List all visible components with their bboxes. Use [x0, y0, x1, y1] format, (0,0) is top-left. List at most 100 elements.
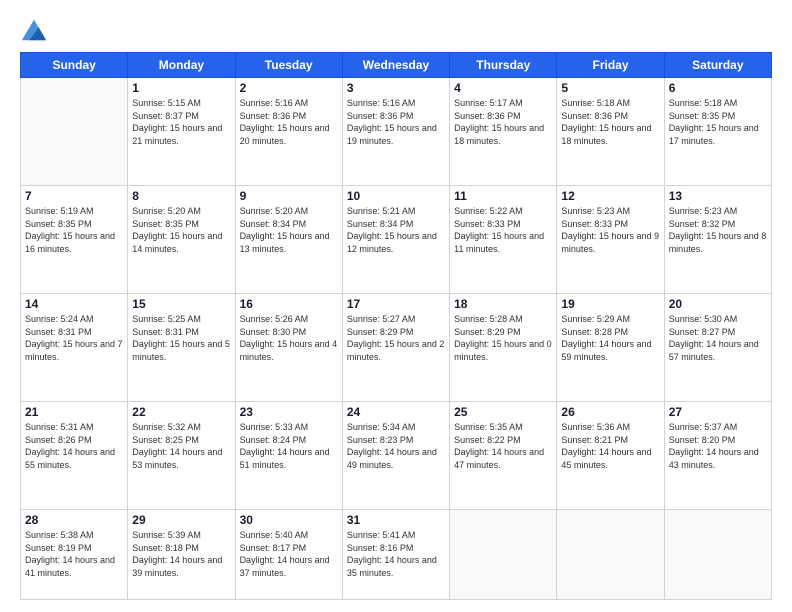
day-number: 7 [25, 189, 123, 203]
day-number: 19 [561, 297, 659, 311]
calendar-day-cell: 10 Sunrise: 5:21 AMSunset: 8:34 PMDayligh… [342, 185, 449, 293]
day-info: Sunrise: 5:27 AMSunset: 8:29 PMDaylight:… [347, 313, 445, 363]
day-number: 10 [347, 189, 445, 203]
calendar-day-cell: 29 Sunrise: 5:39 AMSunset: 8:18 PMDayligh… [128, 509, 235, 599]
day-info: Sunrise: 5:16 AMSunset: 8:36 PMDaylight:… [347, 97, 445, 147]
day-info: Sunrise: 5:21 AMSunset: 8:34 PMDaylight:… [347, 205, 445, 255]
calendar-day-cell: 6 Sunrise: 5:18 AMSunset: 8:35 PMDaylight… [664, 78, 771, 186]
calendar-day-cell: 18 Sunrise: 5:28 AMSunset: 8:29 PMDayligh… [450, 293, 557, 401]
day-info: Sunrise: 5:32 AMSunset: 8:25 PMDaylight:… [132, 421, 230, 471]
day-info: Sunrise: 5:39 AMSunset: 8:18 PMDaylight:… [132, 529, 230, 579]
calendar-day-cell: 11 Sunrise: 5:22 AMSunset: 8:33 PMDayligh… [450, 185, 557, 293]
day-info: Sunrise: 5:30 AMSunset: 8:27 PMDaylight:… [669, 313, 767, 363]
logo [20, 16, 54, 44]
day-number: 16 [240, 297, 338, 311]
day-info: Sunrise: 5:20 AMSunset: 8:34 PMDaylight:… [240, 205, 338, 255]
calendar-day-cell: 12 Sunrise: 5:23 AMSunset: 8:33 PMDayligh… [557, 185, 664, 293]
day-info: Sunrise: 5:19 AMSunset: 8:35 PMDaylight:… [25, 205, 123, 255]
day-number: 23 [240, 405, 338, 419]
calendar-day-cell [450, 509, 557, 599]
weekday-header-cell: Monday [128, 53, 235, 78]
day-number: 20 [669, 297, 767, 311]
day-info: Sunrise: 5:18 AMSunset: 8:35 PMDaylight:… [669, 97, 767, 147]
calendar-week-row: 21Sunrise: 5:31 AMSunset: 8:26 PMDayligh… [21, 401, 772, 509]
page: SundayMondayTuesdayWednesdayThursdayFrid… [0, 0, 792, 612]
calendar-day-cell: 5Sunrise: 5:18 AMSunset: 8:36 PMDaylight… [557, 78, 664, 186]
calendar-day-cell: 15Sunrise: 5:25 AMSunset: 8:31 PMDayligh… [128, 293, 235, 401]
calendar-day-cell [21, 78, 128, 186]
calendar-day-cell: 9 Sunrise: 5:20 AMSunset: 8:34 PMDaylight… [235, 185, 342, 293]
weekday-header-cell: Friday [557, 53, 664, 78]
day-number: 6 [669, 81, 767, 95]
calendar-day-cell: 22 Sunrise: 5:32 AMSunset: 8:25 PMDayligh… [128, 401, 235, 509]
calendar-day-cell: 26Sunrise: 5:36 AMSunset: 8:21 PMDayligh… [557, 401, 664, 509]
day-number: 18 [454, 297, 552, 311]
calendar-day-cell: 20 Sunrise: 5:30 AMSunset: 8:27 PMDayligh… [664, 293, 771, 401]
day-info: Sunrise: 5:41 AMSunset: 8:16 PMDaylight:… [347, 529, 445, 579]
calendar-week-row: 1 Sunrise: 5:15 AMSunset: 8:37 PMDaylight… [21, 78, 772, 186]
day-info: Sunrise: 5:26 AMSunset: 8:30 PMDaylight:… [240, 313, 338, 363]
day-number: 22 [132, 405, 230, 419]
day-number: 29 [132, 513, 230, 527]
day-info: Sunrise: 5:35 AMSunset: 8:22 PMDaylight:… [454, 421, 552, 471]
day-info: Sunrise: 5:22 AMSunset: 8:33 PMDaylight:… [454, 205, 552, 255]
calendar-week-row: 28Sunrise: 5:38 AMSunset: 8:19 PMDayligh… [21, 509, 772, 599]
calendar-day-cell: 17Sunrise: 5:27 AMSunset: 8:29 PMDayligh… [342, 293, 449, 401]
day-number: 5 [561, 81, 659, 95]
day-number: 2 [240, 81, 338, 95]
day-number: 8 [132, 189, 230, 203]
day-number: 26 [561, 405, 659, 419]
calendar-day-cell: 14 Sunrise: 5:24 AMSunset: 8:31 PMDayligh… [21, 293, 128, 401]
day-number: 31 [347, 513, 445, 527]
weekday-header-cell: Wednesday [342, 53, 449, 78]
day-info: Sunrise: 5:16 AMSunset: 8:36 PMDaylight:… [240, 97, 338, 147]
day-number: 12 [561, 189, 659, 203]
day-number: 11 [454, 189, 552, 203]
day-number: 1 [132, 81, 230, 95]
day-info: Sunrise: 5:29 AMSunset: 8:28 PMDaylight:… [561, 313, 659, 363]
day-number: 14 [25, 297, 123, 311]
day-info: Sunrise: 5:20 AMSunset: 8:35 PMDaylight:… [132, 205, 230, 255]
calendar-day-cell: 24Sunrise: 5:34 AMSunset: 8:23 PMDayligh… [342, 401, 449, 509]
calendar-day-cell: 3 Sunrise: 5:16 AMSunset: 8:36 PMDaylight… [342, 78, 449, 186]
calendar-day-cell: 23 Sunrise: 5:33 AMSunset: 8:24 PMDayligh… [235, 401, 342, 509]
calendar-week-row: 7 Sunrise: 5:19 AMSunset: 8:35 PMDaylight… [21, 185, 772, 293]
calendar-day-cell: 7 Sunrise: 5:19 AMSunset: 8:35 PMDaylight… [21, 185, 128, 293]
calendar-day-cell: 8 Sunrise: 5:20 AMSunset: 8:35 PMDaylight… [128, 185, 235, 293]
weekday-header-cell: Thursday [450, 53, 557, 78]
day-number: 9 [240, 189, 338, 203]
calendar-day-cell: 13Sunrise: 5:23 AMSunset: 8:32 PMDayligh… [664, 185, 771, 293]
calendar-day-cell: 28Sunrise: 5:38 AMSunset: 8:19 PMDayligh… [21, 509, 128, 599]
calendar-table: SundayMondayTuesdayWednesdayThursdayFrid… [20, 52, 772, 600]
day-info: Sunrise: 5:23 AMSunset: 8:33 PMDaylight:… [561, 205, 659, 255]
day-number: 3 [347, 81, 445, 95]
header [20, 16, 772, 44]
calendar-day-cell [664, 509, 771, 599]
day-info: Sunrise: 5:37 AMSunset: 8:20 PMDaylight:… [669, 421, 767, 471]
calendar-day-cell: 31 Sunrise: 5:41 AMSunset: 8:16 PMDayligh… [342, 509, 449, 599]
calendar-day-cell [557, 509, 664, 599]
day-info: Sunrise: 5:33 AMSunset: 8:24 PMDaylight:… [240, 421, 338, 471]
calendar-day-cell: 1 Sunrise: 5:15 AMSunset: 8:37 PMDaylight… [128, 78, 235, 186]
day-info: Sunrise: 5:40 AMSunset: 8:17 PMDaylight:… [240, 529, 338, 579]
logo-icon [20, 16, 48, 44]
day-number: 25 [454, 405, 552, 419]
day-info: Sunrise: 5:31 AMSunset: 8:26 PMDaylight:… [25, 421, 123, 471]
calendar-week-row: 14 Sunrise: 5:24 AMSunset: 8:31 PMDayligh… [21, 293, 772, 401]
day-info: Sunrise: 5:28 AMSunset: 8:29 PMDaylight:… [454, 313, 552, 363]
weekday-header-cell: Saturday [664, 53, 771, 78]
day-number: 13 [669, 189, 767, 203]
calendar-day-cell: 19 Sunrise: 5:29 AMSunset: 8:28 PMDayligh… [557, 293, 664, 401]
weekday-header-row: SundayMondayTuesdayWednesdayThursdayFrid… [21, 53, 772, 78]
calendar-day-cell: 2 Sunrise: 5:16 AMSunset: 8:36 PMDaylight… [235, 78, 342, 186]
day-info: Sunrise: 5:24 AMSunset: 8:31 PMDaylight:… [25, 313, 123, 363]
calendar-day-cell: 27 Sunrise: 5:37 AMSunset: 8:20 PMDayligh… [664, 401, 771, 509]
weekday-header-cell: Tuesday [235, 53, 342, 78]
calendar-day-cell: 25 Sunrise: 5:35 AMSunset: 8:22 PMDayligh… [450, 401, 557, 509]
day-number: 27 [669, 405, 767, 419]
day-number: 24 [347, 405, 445, 419]
day-number: 15 [132, 297, 230, 311]
day-number: 28 [25, 513, 123, 527]
calendar-day-cell: 16 Sunrise: 5:26 AMSunset: 8:30 PMDayligh… [235, 293, 342, 401]
day-info: Sunrise: 5:15 AMSunset: 8:37 PMDaylight:… [132, 97, 230, 147]
